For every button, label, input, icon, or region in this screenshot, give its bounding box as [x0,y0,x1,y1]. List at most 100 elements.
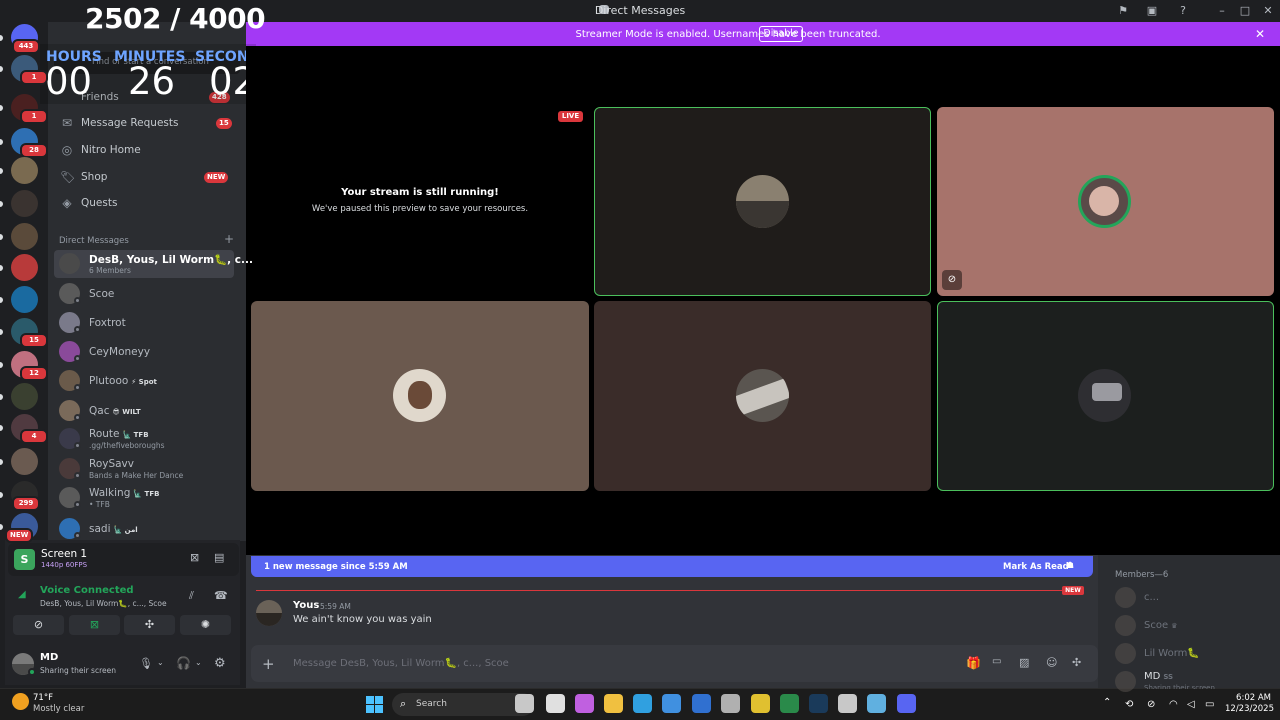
member-name: Scoe [1144,620,1169,631]
disable-streamer-mode-button[interactable]: Disable [759,26,803,42]
status-dot [74,472,81,479]
stop-stream-icon[interactable]: ⊠ [190,551,203,564]
dm-name: sadi [89,523,111,535]
create-dm-button[interactable]: + [224,232,234,246]
screen-share-icon[interactable]: ▣ [1145,4,1159,18]
server-icon[interactable] [11,223,38,250]
nav-icon: ◈ [62,196,72,210]
dm-item[interactable]: sadi 🗽 امن [89,523,138,535]
mic-icon[interactable]: 🎙 [139,657,153,670]
file-explorer-icon[interactable] [604,694,623,713]
wifi-icon[interactable]: ◠ [1169,699,1178,710]
headphones-icon[interactable]: 🎧 [176,656,191,670]
nav-badge: NEW [204,172,229,183]
nav-icon: ◎ [61,143,73,157]
soundboard-button[interactable]: ✺ [180,615,231,635]
server-icon[interactable] [11,448,38,475]
message-author[interactable]: Yous [293,600,319,611]
dm-item[interactable]: Route 🗽 TFB [89,428,149,440]
member-item[interactable]: MD SS [1144,671,1173,682]
stream-settings-icon[interactable]: ▤ [214,551,227,564]
disconnect-icon[interactable]: ☎ [214,589,228,602]
gif-icon[interactable]: ▭ [992,656,1001,667]
dm-name: RoySavv [89,458,134,470]
dm-item[interactable]: Scoe [89,288,114,300]
mic-options-chevron-icon[interactable]: ⌄ [157,658,164,667]
copilot-icon[interactable] [575,694,594,713]
status-dot [74,442,81,449]
battery-icon[interactable]: ▭ [1205,699,1214,710]
sticker-icon[interactable]: ▨ [1019,656,1029,669]
member-avatar[interactable] [1115,587,1136,608]
app-icon[interactable] [721,694,740,713]
server-icon[interactable] [11,383,38,410]
camera-button[interactable]: ⊘ [13,615,64,635]
clock-time[interactable]: 6:02 AM [1225,693,1271,703]
volume-icon[interactable]: ◁ [1187,699,1195,710]
close-window-button[interactable]: ✕ [1261,4,1275,18]
member-item[interactable]: Scoe ♛ [1144,620,1177,631]
new-divider [256,590,1062,591]
message-avatar[interactable] [256,600,282,626]
widgets-icon[interactable] [515,694,534,713]
tray-mic-icon[interactable]: ⊘ [1147,699,1155,710]
server-icon[interactable] [11,286,38,313]
noise-suppression-icon[interactable]: ⫽ [189,589,194,603]
start-icon[interactable] [366,696,383,713]
gift-icon[interactable]: 🎁 [966,656,981,670]
member-avatar[interactable] [1115,643,1136,664]
server-icon[interactable] [11,157,38,184]
dm-tag: 😎 WILT [112,408,141,416]
paused-title: Your stream is still running! [341,187,499,198]
discord-taskbar-icon[interactable] [897,694,916,713]
server-badge: 299 [12,496,40,511]
apps-icon[interactable]: ✣ [1072,656,1081,669]
member-item[interactable]: c... [1144,592,1159,603]
dm-item[interactable]: Foxtrot [89,317,126,329]
voice-status[interactable]: Voice Connected [40,585,134,596]
weather-icon[interactable] [12,693,29,710]
dm-avatar[interactable] [59,253,80,274]
activities-button[interactable]: ✣ [124,615,175,635]
share-screen-button[interactable]: ⊠ [69,615,120,635]
member-item[interactable]: Lil Worm🐛 [1144,648,1200,659]
member-name: c... [1144,592,1160,603]
settings-gear-icon[interactable]: ⚙ [214,656,226,671]
add-attachment-icon[interactable]: + [262,655,275,673]
message-input-placeholder[interactable]: Message DesB, Yous, Lil Worm🐛, c..., Sco… [293,658,509,669]
nav-label: Message Requests [81,117,179,129]
dm-item[interactable]: Plutooo ⚡ Spot [89,375,157,387]
dm-item[interactable]: Qac 😎 WILT [89,405,141,417]
dm-item[interactable]: DesB, Yous, Lil Worm🐛, c... [89,253,253,266]
status-dot [74,297,81,304]
chrome-icon[interactable] [751,694,770,713]
maximize-button[interactable]: □ [1238,4,1252,18]
timer-minutes-value: 26 [128,60,176,103]
steam-icon[interactable] [809,694,828,713]
emoji-icon[interactable]: ☺ [1046,656,1057,669]
help-icon[interactable]: ? [1176,4,1190,18]
mark-as-read-button[interactable]: Mark As Read [1003,562,1069,572]
minimize-button[interactable]: – [1215,4,1229,18]
weather-temp[interactable]: 71°F [33,693,53,703]
audio-options-chevron-icon[interactable]: ⌄ [195,658,202,667]
member-avatar[interactable] [1115,615,1136,636]
store-icon[interactable] [662,694,681,713]
close-banner-icon[interactable]: ✕ [1255,27,1265,41]
outlook-icon[interactable] [692,694,711,713]
server-icon[interactable] [11,190,38,217]
notepad-icon[interactable] [867,694,886,713]
dm-item[interactable]: Walking 🗽 TFB [89,487,159,499]
app-icon[interactable] [838,694,857,713]
dm-item[interactable]: RoySavv [89,458,134,470]
task-view-icon[interactable] [546,694,565,713]
member-avatar[interactable] [1115,671,1136,692]
excel-icon[interactable] [780,694,799,713]
taskbar-search[interactable] [392,693,534,716]
dm-item[interactable]: CeyMoneyy [89,346,150,358]
tray-chevron-icon[interactable]: ⌃ [1103,697,1111,708]
tray-app-icon[interactable]: ⟲ [1125,699,1133,710]
edge-icon[interactable] [633,694,652,713]
server-icon[interactable] [11,254,38,281]
inbox-icon[interactable]: ⚑ [1116,4,1130,18]
